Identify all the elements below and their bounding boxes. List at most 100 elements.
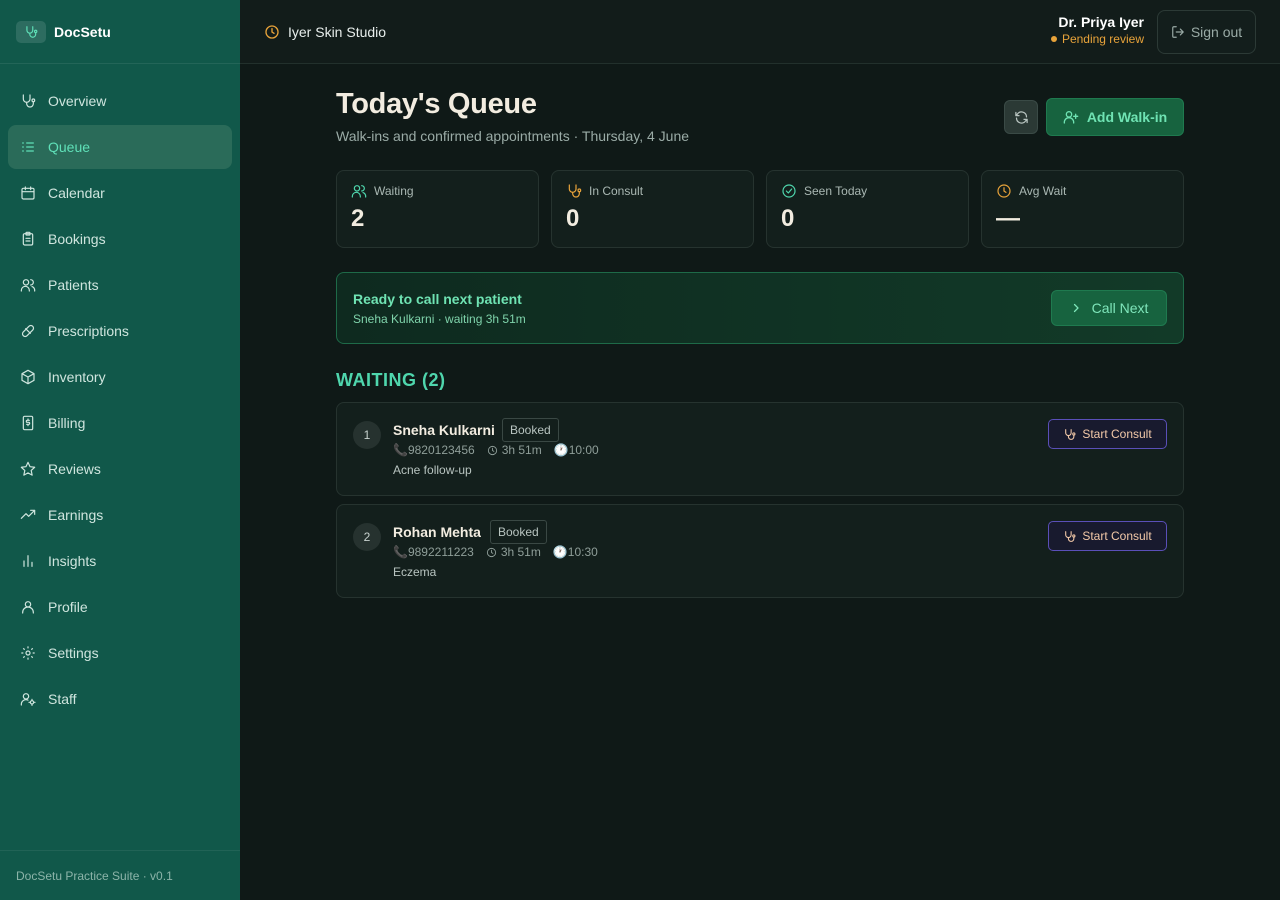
sidebar-item-profile[interactable]: Profile: [8, 585, 232, 629]
sidebar-item-label: Staff: [48, 691, 77, 707]
stat-value: 2: [351, 205, 365, 232]
patient-note: Eczema: [393, 565, 437, 579]
calendar-icon: [20, 185, 36, 201]
call-next-label: Call Next: [1091, 300, 1149, 316]
phone-icon: 📞: [393, 545, 408, 559]
sidebar-item-prescriptions[interactable]: Prescriptions: [8, 309, 232, 353]
sidebar-item-label: Earnings: [48, 507, 104, 523]
page-subtitle: Walk-ins and confirmed appointments · Th…: [336, 128, 690, 144]
sign-out-label: Sign out: [1190, 24, 1243, 40]
clinic-name-text: Iyer Skin Studio: [288, 23, 387, 40]
stethoscope-icon: [1065, 428, 1076, 440]
clock-icon: [487, 445, 497, 455]
user-status-text: Pending review: [1061, 32, 1144, 46]
call-next-banner: Ready to call next patient Sneha Kulkarn…: [336, 272, 1184, 344]
clock-face-icon: 🕐: [552, 545, 568, 559]
sidebar-footer: DocSetu Practice Suite · v0.1: [0, 850, 240, 900]
sidebar-item-patients[interactable]: Patients: [8, 263, 232, 307]
stat-label: In Consult: [589, 184, 644, 198]
topbar: Iyer Skin Studio Dr. Priya Iyer Pending …: [240, 0, 1280, 64]
queue-position: 1: [353, 421, 381, 449]
patient-meta: 📞 9820123456 3h 51m 🕐 10:00: [393, 443, 611, 457]
patient-meta: 📞 9892211223 3h 51m 🕐 10:30: [393, 545, 610, 559]
sidebar-item-label: Profile: [48, 599, 88, 615]
clock-icon: [264, 24, 280, 40]
logout-icon: [1171, 26, 1184, 38]
sidebar-item-bookings[interactable]: Bookings: [8, 217, 232, 261]
user-info: Dr. Priya Iyer Pending review: [1050, 14, 1144, 46]
patient-phone: 9892211223: [407, 545, 474, 559]
call-next-button[interactable]: Call Next: [1051, 290, 1167, 326]
patient-note: Acne follow-up: [393, 463, 472, 477]
receipt-icon: [20, 415, 36, 431]
users-icon: [20, 277, 36, 293]
sidebar-item-billing[interactable]: Billing: [8, 401, 232, 445]
stat-card-avg-wait: Avg Wait —: [981, 170, 1184, 248]
gear-icon: [20, 645, 36, 661]
refresh-icon: [1014, 110, 1028, 124]
clinic-name: Iyer Skin Studio: [264, 24, 386, 40]
patient-time: 10:00: [568, 443, 599, 457]
patient-phone: 9820123456: [407, 443, 475, 457]
trending-up-icon: [20, 507, 36, 523]
stat-value: —: [996, 205, 1020, 232]
refresh-button[interactable]: [1004, 100, 1038, 134]
clock-icon: [486, 547, 496, 557]
sidebar: DocSetu Overview Queue Calendar Bookings…: [0, 0, 240, 900]
users-icon: [351, 185, 367, 198]
patient-time: 10:30: [567, 545, 598, 559]
sidebar-item-insights[interactable]: Insights: [8, 539, 232, 583]
stat-card-waiting: Waiting 2: [336, 170, 539, 248]
start-consult-label: Start Consult: [1082, 529, 1152, 543]
status-badge: Pending review: [1050, 32, 1144, 46]
sidebar-item-label: Reviews: [48, 461, 101, 477]
box-icon: [20, 369, 36, 385]
sidebar-item-inventory[interactable]: Inventory: [8, 355, 232, 399]
status-badge: Booked: [502, 418, 559, 442]
sidebar-item-label: Patients: [48, 277, 99, 293]
start-consult-button[interactable]: Start Consult: [1048, 419, 1167, 449]
patient-waiting: 3h 51m: [500, 545, 541, 559]
brand-name: DocSetu: [54, 23, 111, 40]
sidebar-item-label: Calendar: [48, 185, 105, 201]
stethoscope-icon: [568, 184, 582, 198]
sidebar-item-overview[interactable]: Overview: [8, 79, 232, 123]
queue-position: 2: [353, 523, 381, 551]
sidebar-item-earnings[interactable]: Earnings: [8, 493, 232, 537]
user-plus-icon: [1063, 111, 1079, 124]
sign-out-button[interactable]: Sign out: [1157, 10, 1256, 54]
user-name: Dr. Priya Iyer: [1058, 14, 1144, 30]
call-next-subtitle: Sneha Kulkarni · waiting 3h 51m: [353, 312, 526, 326]
add-walk-in-button[interactable]: Add Walk-in: [1046, 98, 1184, 136]
list-icon: [20, 139, 36, 155]
stethoscope-icon: [1065, 530, 1076, 542]
sidebar-item-label: Queue: [48, 139, 91, 155]
stat-label: Seen Today: [804, 184, 868, 198]
status-badge: Booked: [490, 520, 547, 544]
patient-name: Sneha Kulkarni: [393, 422, 495, 438]
check-circle-icon: [782, 184, 796, 198]
phone-icon: 📞: [393, 443, 408, 457]
sidebar-item-queue[interactable]: Queue: [8, 125, 232, 169]
queue-card: 2 Rohan Mehta Booked 📞 9892211223 3h 51m …: [336, 504, 1184, 598]
sidebar-item-calendar[interactable]: Calendar: [8, 171, 232, 215]
sidebar-item-label: Inventory: [48, 369, 106, 385]
brand[interactable]: DocSetu: [0, 0, 240, 64]
stat-card-in-consult: In Consult 0: [551, 170, 754, 248]
sidebar-item-staff[interactable]: Staff: [8, 677, 232, 721]
star-icon: [20, 461, 36, 477]
start-consult-button[interactable]: Start Consult: [1048, 521, 1167, 551]
status-dot-icon: [1050, 36, 1057, 42]
stats-row: Waiting 2 In Consult 0 Seen Today 0 Avg …: [336, 170, 1184, 248]
sidebar-item-reviews[interactable]: Reviews: [8, 447, 232, 491]
page-title: Today's Queue: [336, 88, 537, 120]
stat-value: 0: [566, 205, 580, 232]
start-consult-label: Start Consult: [1082, 427, 1152, 441]
clipboard-icon: [20, 231, 36, 247]
call-next-title: Ready to call next patient: [353, 291, 522, 307]
add-walk-in-label: Add Walk-in: [1086, 109, 1168, 125]
sidebar-item-label: Overview: [48, 93, 107, 109]
stat-card-seen-today: Seen Today 0: [766, 170, 969, 248]
sidebar-item-label: Insights: [48, 553, 97, 569]
sidebar-item-settings[interactable]: Settings: [8, 631, 232, 675]
